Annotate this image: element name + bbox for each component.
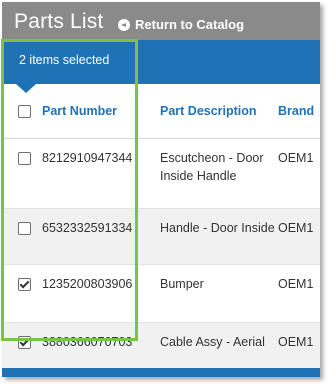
page-title: Parts List bbox=[14, 10, 104, 33]
table-row[interactable]: 6532332591334 Handle - Door Inside OEM1 bbox=[2, 208, 320, 265]
row-checkbox[interactable] bbox=[18, 278, 31, 291]
bottom-accent-bar bbox=[2, 368, 320, 377]
table-header-row: Part Number Part Description Brand bbox=[2, 84, 320, 139]
row-checkbox-cell bbox=[2, 208, 42, 265]
selection-count: 2 items selected bbox=[19, 53, 110, 67]
table-row[interactable]: 3880366070703 Cable Assy - Aerial OEM1 bbox=[2, 322, 320, 373]
row-checkbox[interactable] bbox=[18, 222, 31, 235]
part-description-cell: Cable Assy - Aerial bbox=[160, 322, 278, 373]
circle-arrow-left-icon bbox=[118, 18, 130, 31]
panel-header: Parts List Return to Catalog bbox=[2, 2, 320, 40]
column-header-part-description[interactable]: Part Description bbox=[160, 84, 278, 139]
parts-list-panel: Parts List Return to Catalog 2 items sel… bbox=[2, 2, 320, 377]
part-number-cell: 6532332591334 bbox=[42, 208, 160, 265]
row-checkbox-cell bbox=[2, 322, 42, 373]
column-header-part-number[interactable]: Part Number bbox=[42, 84, 160, 139]
row-checkbox-cell bbox=[2, 138, 42, 209]
return-to-catalog-link[interactable]: Return to Catalog bbox=[118, 17, 244, 32]
part-description-cell: Bumper bbox=[160, 264, 278, 323]
part-number-cell: 8212910947344 bbox=[42, 138, 160, 209]
column-header-brand[interactable]: Brand bbox=[278, 84, 320, 139]
part-description-cell: Escutcheon - Door Inside Handle bbox=[160, 138, 278, 209]
parts-table: Part Number Part Description Brand 82129… bbox=[2, 84, 320, 373]
brand-cell: OEM1 bbox=[278, 264, 320, 323]
brand-cell: OEM1 bbox=[278, 208, 320, 265]
row-checkbox-cell bbox=[2, 264, 42, 323]
brand-cell: OEM1 bbox=[278, 322, 320, 373]
brand-cell: OEM1 bbox=[278, 138, 320, 209]
select-all-checkbox[interactable] bbox=[18, 105, 31, 119]
table-row[interactable]: 1235200803906 Bumper OEM1 bbox=[2, 264, 320, 323]
banner-pointer bbox=[16, 84, 36, 93]
table-row[interactable]: 8212910947344 Escutcheon - Door Inside H… bbox=[2, 138, 320, 209]
part-number-cell: 3880366070703 bbox=[42, 322, 160, 373]
parts-table-container: Part Number Part Description Brand 82129… bbox=[2, 84, 320, 373]
return-to-catalog-label: Return to Catalog bbox=[135, 17, 245, 32]
row-checkbox[interactable] bbox=[18, 152, 31, 165]
part-number-cell: 1235200803906 bbox=[42, 264, 160, 323]
row-checkbox[interactable] bbox=[18, 336, 31, 349]
part-description-cell: Handle - Door Inside bbox=[160, 208, 278, 265]
selection-banner: 2 items selected bbox=[2, 40, 320, 84]
